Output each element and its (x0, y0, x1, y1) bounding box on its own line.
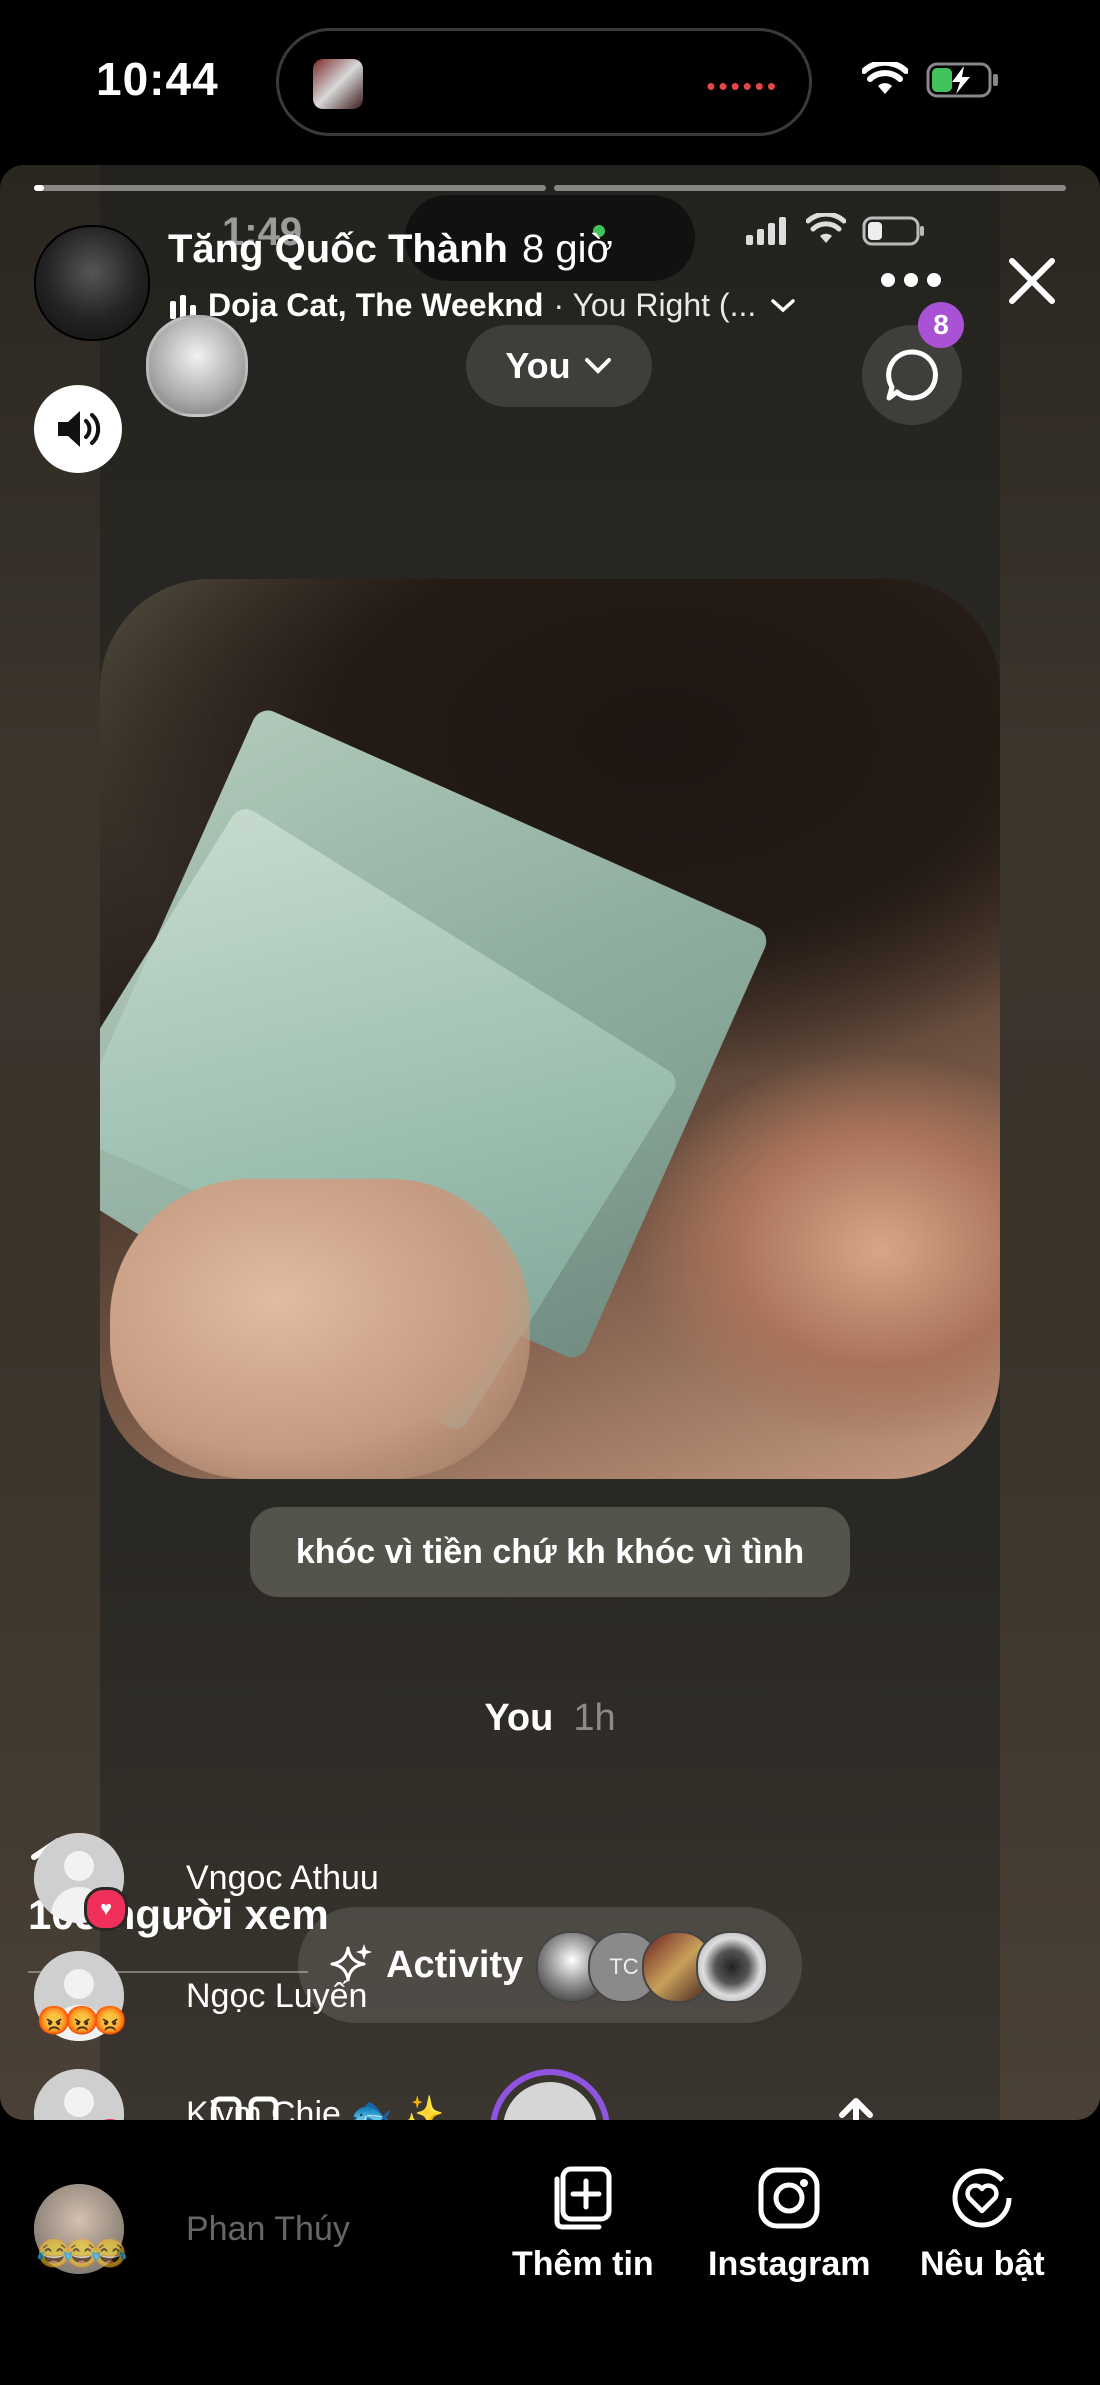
story-owner-row: You 1h (0, 1697, 1100, 1740)
dynamic-island[interactable]: •••••• (276, 28, 812, 136)
sound-toggle[interactable] (34, 385, 122, 473)
instagram-icon (758, 2167, 820, 2229)
story-owner: You (484, 1697, 554, 1739)
share-icon[interactable] (820, 2095, 892, 2120)
viewer-name: Vngoc Athuu (186, 1858, 379, 1897)
audience-label: You (505, 345, 571, 386)
instagram-button[interactable]: Instagram (708, 2165, 871, 2284)
story-caption: khóc vì tiền chứ kh khóc vì tình (250, 1507, 850, 1597)
add-story-icon (554, 2166, 612, 2230)
story-photo[interactable] (100, 579, 1000, 1479)
viewer-avatar: ♥ 😂 😂 (34, 2069, 130, 2120)
story-progress-2 (554, 185, 1066, 191)
story-viewer[interactable]: 1:49 Tăng Quốc Thành 8 giờ Doja Cat, The … (0, 165, 1100, 2120)
story-progress-1 (34, 185, 546, 191)
music-info[interactable]: Doja Cat, The Weeknd · You Right (... (170, 287, 796, 324)
highlight-label: Nêu bật (920, 2245, 1045, 2283)
laugh-reaction-icon: 😂 (36, 2238, 72, 2269)
activity-avatar (696, 1931, 768, 2003)
highlight-button[interactable]: Nêu bật (920, 2165, 1045, 2284)
viewer-row[interactable]: ♥ Vngoc Athuu (34, 1833, 379, 1931)
viewer-avatar: ♥ (34, 1833, 128, 1931)
recording-indicator: •••••• (706, 71, 779, 101)
hand (110, 1179, 530, 1479)
highlight-heart-icon (952, 2168, 1012, 2228)
status-time: 10:44 (96, 53, 219, 105)
sparkles-icon (330, 1944, 372, 1982)
chat-bubble-icon (886, 349, 938, 401)
speaker-icon (58, 411, 101, 447)
viewer-avatar: 😡 😡 😡 (34, 1951, 127, 2041)
author-username[interactable]: Tăng Quốc Thành (168, 227, 508, 271)
capture-button-inner (503, 2082, 597, 2120)
author-name[interactable]: Tăng Quốc Thành 8 giờ (168, 227, 613, 272)
music-song: · You Right (... (553, 287, 757, 323)
activity-button[interactable]: Activity TC (298, 1907, 802, 2023)
messages-badge: 8 (918, 302, 964, 348)
add-story-button[interactable]: Thêm tin (512, 2165, 654, 2284)
heart-reaction-icon: ♥ (84, 1887, 128, 1931)
add-story-label: Thêm tin (512, 2245, 654, 2283)
chevron-down-icon (771, 298, 795, 312)
battery-charging-icon (926, 62, 998, 98)
viewer-avatar: 😂 😂 😂 (34, 2184, 127, 2274)
wifi-icon (862, 62, 908, 94)
activity-label: Activity (386, 1943, 524, 1986)
now-playing-thumbnail (313, 59, 363, 109)
inner-wifi-icon (806, 213, 846, 243)
close-icon[interactable] (1002, 251, 1062, 311)
author-avatar[interactable] (34, 225, 150, 341)
chevron-down-icon (584, 358, 611, 374)
inner-battery-icon (862, 216, 924, 246)
viewer-name: Phan Thúy (186, 2209, 350, 2248)
audience-selector[interactable]: You (466, 325, 652, 407)
story-owner-time: 1h (573, 1697, 616, 1739)
more-options-icon[interactable] (878, 270, 944, 290)
music-artist: Doja Cat, The Weeknd (208, 287, 544, 323)
angry-reaction-icon: 😡 (36, 2005, 72, 2036)
post-time: 8 giờ (521, 227, 613, 271)
instagram-label: Instagram (708, 2245, 871, 2283)
friend-avatar[interactable] (146, 315, 248, 417)
grid-icon[interactable] (210, 2095, 280, 2120)
inner-signal-icon (746, 217, 786, 245)
viewer-row[interactable]: 😂 😂 😂 Phan Thúy (34, 2184, 350, 2274)
